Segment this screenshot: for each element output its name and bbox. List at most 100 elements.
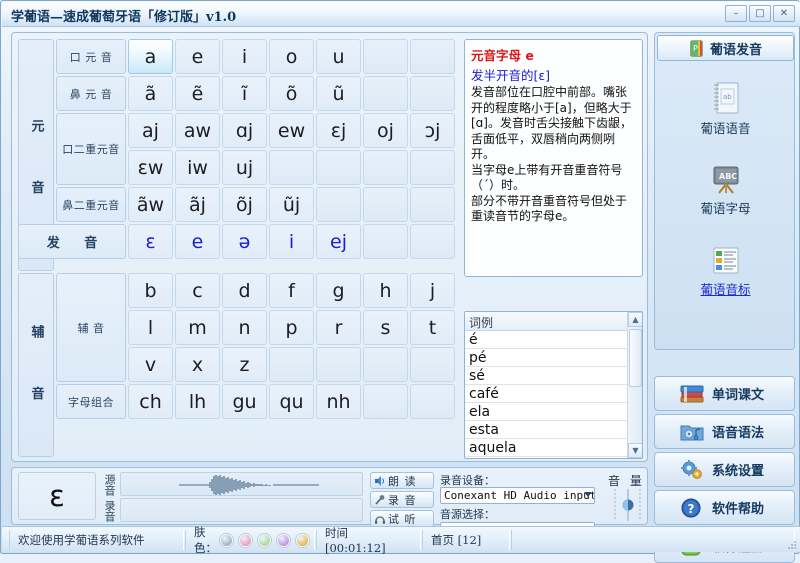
skin-color-dot[interactable]	[258, 533, 271, 547]
skin-color-swatches[interactable]	[217, 533, 312, 547]
close-button[interactable]: ✕	[773, 5, 795, 22]
phonetic-cell[interactable]: aw	[175, 113, 220, 148]
phonetic-cell[interactable]: uj	[222, 150, 267, 185]
phonetic-cell[interactable]: i	[222, 39, 267, 74]
scrollbar-thumb[interactable]	[629, 329, 642, 387]
phonetic-cell[interactable]: j	[410, 273, 455, 308]
maximize-button[interactable]: □	[749, 5, 771, 22]
example-word-row[interactable]: é	[465, 331, 642, 349]
status-bar: 欢迎使用学葡语系列软件 肤色： 时间 [00:01:12] 首页 [12]	[2, 525, 800, 555]
phonetic-cell[interactable]: oj	[363, 113, 408, 148]
phonetic-cell[interactable]: x	[175, 347, 220, 382]
source-waveform[interactable]	[120, 472, 363, 496]
phonetic-cell[interactable]: ãj	[175, 187, 220, 222]
examples-list[interactable]: é pé sé café ela esta aquela	[465, 331, 642, 457]
skin-color-dot[interactable]	[277, 533, 290, 547]
phonetic-cell[interactable]: gu	[222, 384, 267, 419]
scroll-up-icon[interactable]: ▲	[628, 312, 642, 327]
read-aloud-button[interactable]: 朗 读	[370, 472, 434, 489]
subcategory-label: 辅 音	[56, 273, 126, 382]
volume-slider[interactable]	[608, 488, 648, 523]
phonetic-cell[interactable]: ə	[222, 224, 267, 259]
phonetic-cell[interactable]: ẽ	[175, 76, 220, 111]
skin-color-dot[interactable]	[296, 533, 309, 547]
phonetic-cell[interactable]: ew	[269, 113, 314, 148]
phonetic-cell[interactable]: qu	[269, 384, 314, 419]
phonetic-cell[interactable]: s	[363, 310, 408, 345]
phonetic-cell[interactable]: e	[175, 39, 220, 74]
application-window: 学葡语—速成葡萄牙语「修订版」v1.0 – □ ✕ 元 音 辅 音 口 元 音 …	[0, 0, 800, 563]
recording-device-select[interactable]: Conexant HD Audio input	[440, 487, 595, 504]
phonetic-cell[interactable]: e	[175, 224, 220, 259]
phonetic-cell[interactable]: h	[363, 273, 408, 308]
phonetic-cell-empty	[410, 150, 455, 185]
phonetic-cell[interactable]: ɛw	[128, 150, 173, 185]
phonetic-cell[interactable]: m	[175, 310, 220, 345]
current-phonetic-display: ε	[18, 472, 96, 520]
sidebar-button-grammar[interactable]: 语音语法	[654, 414, 795, 449]
record-button[interactable]: 录 音	[370, 491, 434, 508]
phonetic-cell[interactable]: ɛ	[128, 224, 173, 259]
phonetic-cell[interactable]: ch	[128, 384, 173, 419]
phonetic-cell[interactable]: ej	[316, 224, 361, 259]
sidebar-button-settings[interactable]: 系统设置	[654, 452, 795, 487]
sidebar-item-alphabet[interactable]: ABC 葡语字母	[655, 165, 796, 217]
phonetic-cell[interactable]: p	[269, 310, 314, 345]
phonetic-cell[interactable]: r	[316, 310, 361, 345]
record-waveform[interactable]	[120, 498, 363, 522]
minimize-button[interactable]: –	[725, 5, 747, 22]
phonetic-cell[interactable]: v	[128, 347, 173, 382]
resize-grip[interactable]	[785, 538, 797, 550]
phonetic-cell[interactable]: aj	[128, 113, 173, 148]
phonetic-cell[interactable]: t	[410, 310, 455, 345]
window-controls: – □ ✕	[725, 5, 795, 22]
phonetic-cell[interactable]: nh	[316, 384, 361, 419]
phonetic-cell[interactable]: f	[269, 273, 314, 308]
sidebar-button-lessons[interactable]: 单词课文	[654, 376, 795, 411]
phonetic-cell[interactable]: z	[222, 347, 267, 382]
sidebar-item-phonetics[interactable]: ab 葡语语音	[655, 81, 796, 137]
sidebar-item-phonetic-symbols[interactable]: 葡语音标	[655, 246, 796, 298]
example-word-row[interactable]: ela	[465, 403, 642, 421]
phonetic-cell[interactable]: d	[222, 273, 267, 308]
phonetic-cell[interactable]: lh	[175, 384, 220, 419]
phonetic-cell[interactable]: õ	[269, 76, 314, 111]
phonetic-cell[interactable]: l	[128, 310, 173, 345]
phonetic-cell[interactable]: õj	[222, 187, 267, 222]
description-panel[interactable]: 元音字母 e 发半开音的[ɛ] 发音部位在口腔中前部。嘴张开的程度略小于[a]，…	[464, 39, 643, 277]
phonetic-cell-empty	[363, 187, 408, 222]
example-word-row[interactable]: pé	[465, 349, 642, 367]
phonetic-cell[interactable]: ãw	[128, 187, 173, 222]
scroll-down-icon[interactable]: ▼	[628, 443, 642, 458]
phonetic-cell[interactable]: ũj	[269, 187, 314, 222]
skin-color-dot[interactable]	[220, 533, 233, 547]
phonetic-cell[interactable]: ũ	[316, 76, 361, 111]
tab-portuguese-pronunciation[interactable]: P 葡语发音	[657, 35, 794, 61]
example-word-row[interactable]: esta	[465, 421, 642, 439]
phonetic-cell[interactable]: ɛj	[316, 113, 361, 148]
phonetic-cell[interactable]: n	[222, 310, 267, 345]
examples-scrollbar[interactable]: ▲ ▼	[627, 312, 642, 458]
status-spacer	[511, 530, 795, 550]
skin-color-dot[interactable]	[239, 533, 252, 547]
books-icon	[679, 383, 705, 405]
phonetic-cell[interactable]: ɑj	[222, 113, 267, 148]
example-word-row[interactable]: café	[465, 385, 642, 403]
phonetic-cell[interactable]: o	[269, 39, 314, 74]
example-word-row[interactable]: sé	[465, 367, 642, 385]
phonetic-cell[interactable]: a	[128, 39, 173, 74]
examples-panel[interactable]: 词例 é pé sé café ela esta aquela ▲ ▼	[464, 311, 643, 459]
phonetic-cell[interactable]: ĩ	[222, 76, 267, 111]
title-bar[interactable]: 学葡语—速成葡萄牙语「修订版」v1.0 – □ ✕	[2, 2, 800, 27]
chevron-down-icon[interactable]	[584, 492, 592, 497]
phonetic-cell[interactable]: ã	[128, 76, 173, 111]
example-word-row[interactable]: aquela	[465, 439, 642, 457]
phonetic-cell[interactable]: ɔj	[410, 113, 455, 148]
phonetic-cell[interactable]: c	[175, 273, 220, 308]
phonetic-cell[interactable]: i	[269, 224, 314, 259]
phonetic-cell[interactable]: b	[128, 273, 173, 308]
phonetic-cell[interactable]: u	[316, 39, 361, 74]
phonetic-cell[interactable]: iw	[175, 150, 220, 185]
phonetic-cell[interactable]: g	[316, 273, 361, 308]
sidebar-button-help[interactable]: ? 软件帮助	[654, 490, 795, 525]
